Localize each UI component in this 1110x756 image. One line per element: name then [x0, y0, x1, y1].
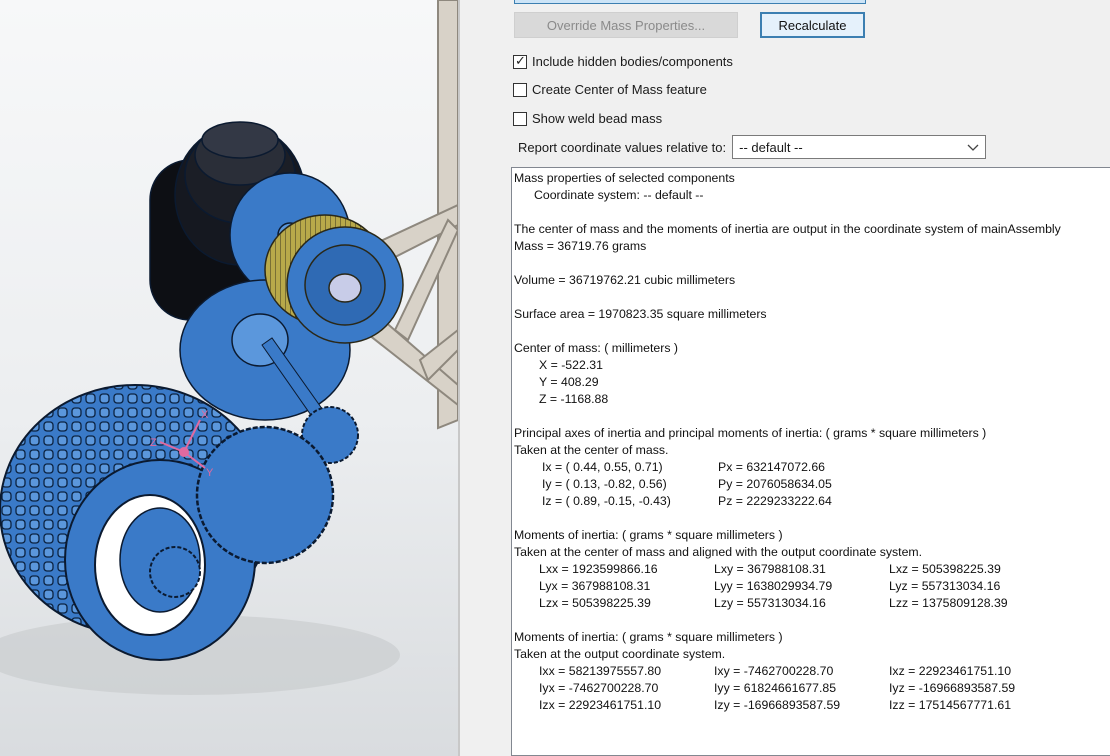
show-weld-bead-checkbox[interactable]: Show weld bead mass — [513, 111, 662, 126]
checkbox-label: Show weld bead mass — [532, 111, 663, 126]
recalculate-button[interactable]: Recalculate — [760, 12, 865, 38]
moi-output-row: Izx = 22923461751.10 Izy = -16966893587.5… — [539, 698, 1012, 712]
top-button-edge — [514, 0, 866, 4]
com-title: Center of mass: ( millimeters ) — [514, 341, 678, 355]
moi-output-row: Ixx = 58213975557.80 Ixy = -7462700228.70… — [539, 664, 1012, 678]
mass-line: Mass = 36719.76 grams — [514, 239, 647, 253]
select-value: -- default -- — [739, 139, 803, 155]
checkbox-box[interactable] — [513, 111, 527, 126]
checkbox-box[interactable]: ✓ — [513, 52, 527, 69]
checkbox-box[interactable] — [513, 82, 527, 97]
frame — [338, 0, 458, 430]
include-hidden-checkbox[interactable]: ✓ Include hidden bodies/components — [513, 52, 733, 69]
chevron-down-icon — [967, 140, 979, 155]
principal-taken: Taken at the center of mass. — [514, 443, 669, 457]
com-x: X = -522.31 — [539, 358, 603, 372]
moi-com-row: Lyx = 367988108.31 Lyy = 1638029934.79 Lyz… — [539, 579, 1001, 593]
moi-com-row: Lxx = 1923599866.16 Lxy = 367988108.31 Lxz… — [539, 562, 1001, 576]
moi-com-row: Lzx = 505398225.39 Lzy = 557313034.16 Lzz … — [539, 596, 1008, 610]
mass-properties-panel: Override Mass Properties... Recalculate … — [460, 0, 1110, 756]
report-label: Report coordinate values relative to: — [518, 139, 727, 155]
principal-title: Principal axes of inertia and principal … — [514, 426, 987, 440]
com-y: Y = 408.29 — [539, 375, 599, 389]
triad-z-label: Z — [150, 437, 157, 449]
principal-row: Ix = ( 0.44, 0.55, 0.71) Px = 632147072.6… — [542, 460, 826, 474]
triad-y-label: Y — [206, 467, 214, 479]
assembly-model: X Z Y — [0, 0, 458, 695]
moi-output-title: Moments of inertia: ( grams * square mil… — [514, 630, 783, 644]
checkbox-label: Include hidden bodies/components — [532, 54, 733, 69]
moi-output-row: Iyx = -7462700228.70 Iyy = 61824661677.85… — [539, 681, 1016, 695]
com-z: Z = -1168.88 — [539, 392, 609, 406]
ring-gear — [195, 425, 335, 565]
moi-output-taken: Taken at the output coordinate system. — [514, 647, 726, 661]
coordinate-system-select[interactable]: -- default -- — [732, 135, 987, 159]
surface-area-line: Surface area = 1970823.35 square millime… — [514, 307, 767, 321]
check-icon: ✓ — [515, 52, 526, 68]
moi-com-title: Moments of inertia: ( grams * square mil… — [514, 528, 783, 542]
checkbox-label: Create Center of Mass feature — [532, 82, 707, 97]
report-coordinates-row: Report coordinate values relative to: --… — [518, 135, 987, 159]
coord-system-line: Coordinate system: -- default -- — [534, 188, 704, 202]
triad-x-label: X — [201, 409, 209, 421]
model-viewport[interactable]: X Z Y — [0, 0, 458, 756]
moi-com-taken: Taken at the center of mass and aligned … — [514, 545, 923, 559]
hub-gear — [149, 546, 201, 598]
coord-note-line: The center of mass and the moments of in… — [514, 222, 1061, 236]
override-mass-properties-button[interactable]: Override Mass Properties... — [514, 12, 738, 38]
results-header: Mass properties of selected components — [514, 171, 735, 185]
principal-row: Iz = ( 0.89, -0.15, -0.43) Pz = 222923322… — [542, 494, 832, 508]
volume-line: Volume = 36719762.21 cubic millimeters — [514, 273, 736, 287]
results-textbox[interactable]: Mass properties of selected components C… — [511, 167, 1110, 756]
create-com-feature-checkbox[interactable]: Create Center of Mass feature — [513, 82, 707, 97]
principal-row: Iy = ( 0.13, -0.82, 0.56) Py = 2076058634… — [542, 477, 832, 491]
